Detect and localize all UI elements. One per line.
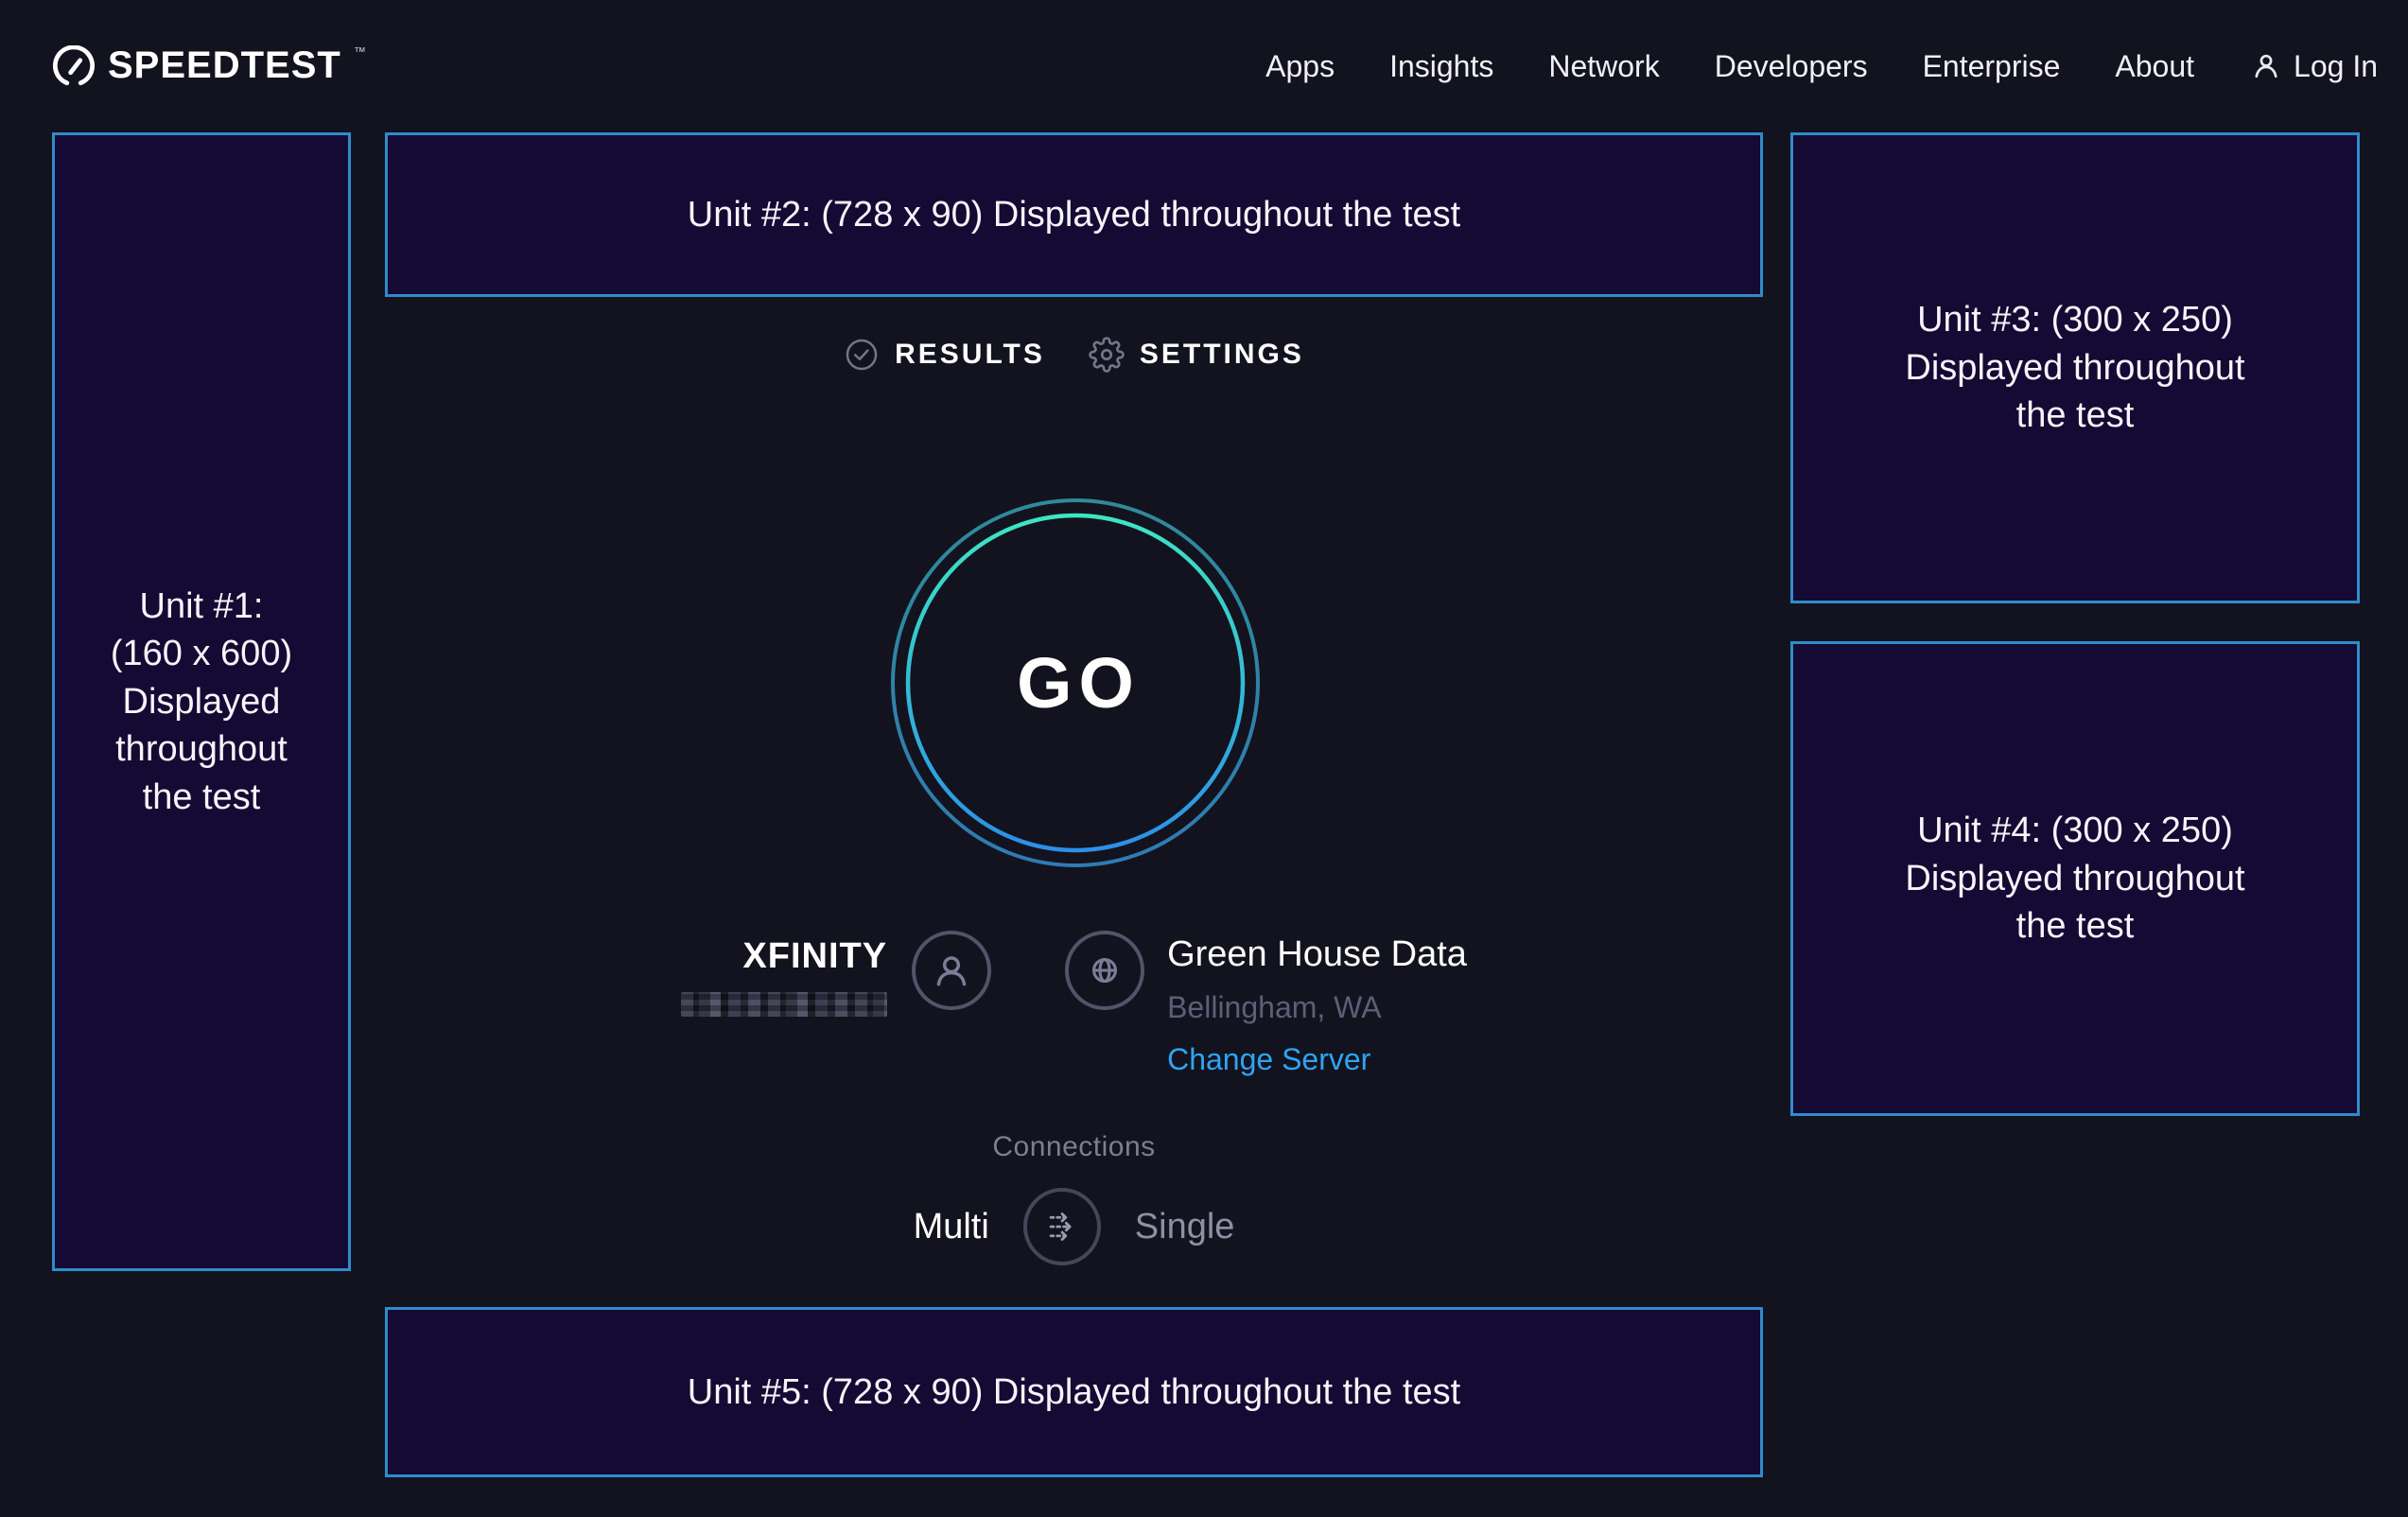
login-label: Log In bbox=[2294, 49, 2378, 84]
ad-unit-2-label: Unit #2: (728 x 90) Displayed throughout… bbox=[688, 191, 1460, 239]
nav-item-insights[interactable]: Insights bbox=[1389, 49, 1493, 84]
provider-row: XFINITY Green House Data Bellingham, WA … bbox=[385, 931, 1763, 1077]
nav-item-enterprise[interactable]: Enterprise bbox=[1923, 49, 2061, 84]
ad-unit-5[interactable]: Unit #5: (728 x 90) Displayed throughout… bbox=[385, 1307, 1763, 1477]
connections-toggle[interactable] bbox=[1023, 1188, 1101, 1265]
main-nav: Apps Insights Network Developers Enterpr… bbox=[1265, 49, 2378, 84]
change-server-link[interactable]: Change Server bbox=[1167, 1042, 1370, 1077]
go-label: GO bbox=[890, 497, 1261, 868]
isp-text: XFINITY bbox=[681, 931, 887, 1017]
multi-arrows-icon bbox=[1038, 1202, 1087, 1251]
globe-glyph-icon bbox=[1081, 947, 1128, 994]
tab-results[interactable]: RESULTS bbox=[844, 337, 1045, 373]
ad-unit-3[interactable]: Unit #3: (300 x 250) Displayed throughou… bbox=[1790, 132, 2360, 603]
user-icon[interactable] bbox=[912, 931, 991, 1010]
ad-unit-2[interactable]: Unit #2: (728 x 90) Displayed throughout… bbox=[385, 132, 1763, 297]
ad-unit-4-label: Unit #4: (300 x 250) Displayed throughou… bbox=[1905, 807, 2244, 950]
ad-unit-4[interactable]: Unit #4: (300 x 250) Displayed throughou… bbox=[1790, 641, 2360, 1116]
login-button[interactable]: Log In bbox=[2249, 49, 2378, 84]
person-icon bbox=[928, 947, 975, 994]
person-icon bbox=[2249, 49, 2283, 83]
server-section: Green House Data Bellingham, WA Change S… bbox=[1065, 931, 1467, 1077]
nav-item-network[interactable]: Network bbox=[1548, 49, 1659, 84]
tab-results-label: RESULTS bbox=[895, 339, 1045, 371]
connections-label: Connections bbox=[992, 1131, 1155, 1163]
server-name: Green House Data bbox=[1167, 934, 1467, 975]
ad-unit-1[interactable]: Unit #1: (160 x 600) Displayed throughou… bbox=[52, 132, 351, 1271]
logo-text: SPEEDTEST bbox=[108, 44, 341, 87]
tab-settings-label: SETTINGS bbox=[1140, 339, 1304, 371]
connections-row: Multi Single bbox=[914, 1188, 1235, 1265]
header: SPEEDTEST ™ Apps Insights Network Develo… bbox=[0, 0, 2408, 132]
single-option[interactable]: Single bbox=[1135, 1207, 1235, 1247]
ad-unit-1-label: Unit #1: (160 x 600) Displayed throughou… bbox=[111, 583, 292, 822]
nav-item-developers[interactable]: Developers bbox=[1715, 49, 1868, 84]
blurred-ip-address bbox=[681, 992, 887, 1017]
isp-section: XFINITY bbox=[681, 931, 991, 1017]
ad-unit-3-label: Unit #3: (300 x 250) Displayed throughou… bbox=[1905, 296, 2244, 440]
connections-section: Connections Multi Single bbox=[385, 1131, 1763, 1265]
tab-settings[interactable]: SETTINGS bbox=[1089, 337, 1304, 373]
nav-item-apps[interactable]: Apps bbox=[1265, 49, 1335, 84]
isp-name: XFINITY bbox=[742, 936, 887, 977]
multi-option[interactable]: Multi bbox=[914, 1207, 989, 1247]
server-location: Bellingham, WA bbox=[1167, 990, 1381, 1025]
nav-item-about[interactable]: About bbox=[2115, 49, 2194, 84]
globe-icon[interactable] bbox=[1065, 931, 1144, 1010]
go-button[interactable]: GO bbox=[890, 497, 1261, 868]
results-settings-tabs: RESULTS SETTINGS bbox=[385, 337, 1763, 373]
ad-unit-5-label: Unit #5: (728 x 90) Displayed throughout… bbox=[688, 1369, 1460, 1417]
logo-trademark: ™ bbox=[354, 44, 366, 59]
gauge-icon bbox=[52, 45, 96, 89]
speedtest-logo[interactable]: SPEEDTEST ™ bbox=[52, 44, 366, 89]
check-circle-icon bbox=[844, 337, 880, 373]
server-info: Green House Data Bellingham, WA Change S… bbox=[1167, 931, 1467, 1077]
gear-icon bbox=[1089, 337, 1125, 373]
